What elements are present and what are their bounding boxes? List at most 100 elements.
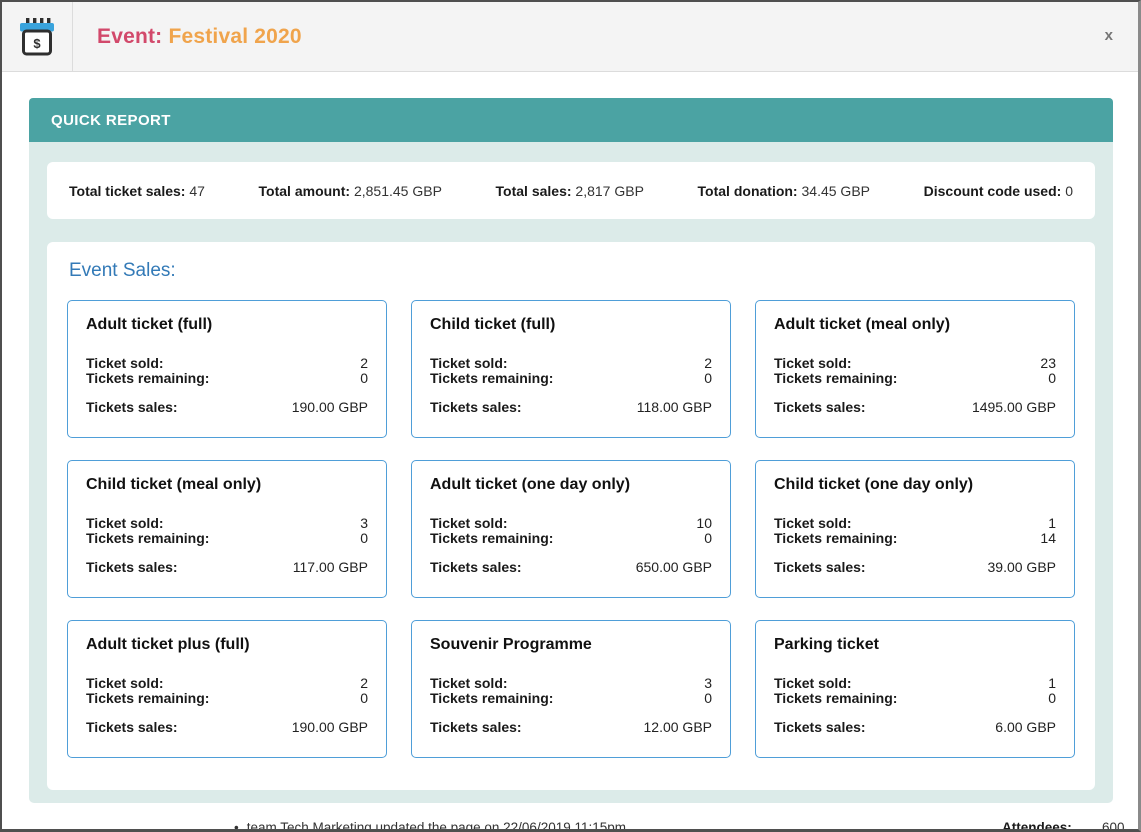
ticket-sold-label: Ticket sold: <box>430 356 508 371</box>
tickets-sales-label: Tickets sales: <box>86 720 178 735</box>
ticket-cards-grid: Adult ticket (full) Ticket sold: 2 Ticket… <box>67 300 1075 758</box>
tickets-remaining-label: Tickets remaining: <box>774 691 897 706</box>
ticket-sold-label: Ticket sold: <box>86 516 164 531</box>
page-title-event-name: Festival 2020 <box>168 25 301 48</box>
stat-value: 2,817 GBP <box>575 183 644 199</box>
tickets-sales-label: Tickets sales: <box>430 560 522 575</box>
tickets-remaining-value: 0 <box>1048 371 1056 386</box>
ticket-sold-label: Ticket sold: <box>774 356 852 371</box>
ticket-card-title: Child ticket (one day only) <box>774 476 1056 494</box>
tickets-remaining-value: 0 <box>704 371 712 386</box>
ticket-card-title: Parking ticket <box>774 636 1056 654</box>
ticket-sold-value: 10 <box>696 516 712 531</box>
background-page-strip: • team Tech Marketing updated the page on… <box>2 803 1138 832</box>
page-title-prefix: Event: <box>97 25 162 48</box>
ticket-sold-value: 2 <box>360 676 368 691</box>
tickets-sales-label: Tickets sales: <box>774 720 866 735</box>
tickets-remaining-label: Tickets remaining: <box>430 691 553 706</box>
tickets-sales-value: 118.00 GBP <box>637 400 712 415</box>
modal-header: $ Event: Festival 2020 x <box>2 2 1138 72</box>
tickets-remaining-value: 14 <box>1040 531 1056 546</box>
tickets-remaining-label: Tickets remaining: <box>86 371 209 386</box>
tickets-sales-label: Tickets sales: <box>774 560 866 575</box>
ticket-card-adult-meal-only: Adult ticket (meal only) Ticket sold:23 … <box>755 300 1075 438</box>
ticket-card-adult-full: Adult ticket (full) Ticket sold: 2 Ticket… <box>67 300 387 438</box>
tickets-sales-label: Tickets sales: <box>430 400 522 415</box>
tickets-remaining-label: Tickets remaining: <box>86 531 209 546</box>
tickets-remaining-value: 0 <box>360 691 368 706</box>
tickets-remaining-label: Tickets remaining: <box>430 371 553 386</box>
ticket-card-title: Adult ticket (full) <box>86 316 368 334</box>
stat-value: 0 <box>1065 183 1073 199</box>
ticket-sold-value: 1 <box>1048 516 1056 531</box>
stat-total-sales: Total sales: 2,817 GBP <box>496 183 644 199</box>
tickets-remaining-label: Tickets remaining: <box>430 531 553 546</box>
ticket-card-parking-ticket: Parking ticket Ticket sold: 1 Tickets rem… <box>755 620 1075 758</box>
bullet-icon: • <box>234 820 239 832</box>
quick-report-body: Total ticket sales: 47 Total amount: 2,8… <box>29 142 1113 803</box>
stat-value: 2,851.45 GBP <box>354 183 442 199</box>
stat-label: Discount code used: <box>924 183 1062 199</box>
ticket-card-title: Child ticket (full) <box>430 316 712 334</box>
tickets-remaining-value: 0 <box>360 531 368 546</box>
stat-total-ticket-sales: Total ticket sales: 47 <box>69 183 205 199</box>
ticket-card-child-meal-only: Child ticket (meal only) Ticket sold: 3 T… <box>67 460 387 598</box>
event-report-window: $ Event: Festival 2020 x QUICK REPORT To… <box>0 0 1141 832</box>
tickets-remaining-value: 0 <box>360 371 368 386</box>
background-activity-text: team Tech Marketing updated the page on … <box>247 820 626 832</box>
calendar-dollar-icon: $ <box>19 17 55 57</box>
ticket-card-souvenir-programme: Souvenir Programme Ticket sold:3 Tickets… <box>411 620 731 758</box>
tickets-sales-value: 117.00 GBP <box>293 560 368 575</box>
ticket-sold-label: Ticket sold: <box>774 516 852 531</box>
ticket-sold-label: Ticket sold: <box>86 356 164 371</box>
tickets-sales-value: 190.00 GBP <box>292 400 368 415</box>
ticket-sold-value: 1 <box>1048 676 1056 691</box>
stat-label: Total sales: <box>496 183 572 199</box>
ticket-sold-value: 2 <box>360 356 368 371</box>
summary-stats-bar: Total ticket sales: 47 Total amount: 2,8… <box>47 162 1095 219</box>
tickets-sales-value: 190.00 GBP <box>292 720 368 735</box>
stat-discount-code-used: Discount code used: 0 <box>924 183 1073 199</box>
stat-value: 34.45 GBP <box>802 183 871 199</box>
ticket-sold-value: 3 <box>360 516 368 531</box>
svg-text:$: $ <box>33 36 41 51</box>
quick-report-banner: QUICK REPORT <box>29 98 1113 142</box>
ticket-card-title: Adult ticket plus (full) <box>86 636 368 654</box>
event-sales-panel: Event Sales: Adult ticket (full) Ticket … <box>47 242 1095 790</box>
close-icon[interactable]: x <box>1105 28 1113 43</box>
ticket-card-adult-one-day: Adult ticket (one day only) Ticket sold:… <box>411 460 731 598</box>
stat-value: 47 <box>189 183 205 199</box>
stat-label: Total ticket sales: <box>69 183 185 199</box>
stat-label: Total donation: <box>698 183 798 199</box>
background-activity-item: • team Tech Marketing updated the page on… <box>234 820 626 832</box>
ticket-sold-value: 3 <box>704 676 712 691</box>
tickets-remaining-value: 0 <box>704 691 712 706</box>
ticket-sold-label: Ticket sold: <box>774 676 852 691</box>
attendees-value: 600 <box>1102 820 1125 832</box>
attendees-label: Attendees: <box>1002 820 1072 832</box>
page-title: Event: Festival 2020 <box>97 25 302 49</box>
quick-report-modal: QUICK REPORT Total ticket sales: 47 Tota… <box>29 98 1113 803</box>
ticket-sold-label: Ticket sold: <box>86 676 164 691</box>
tickets-sales-label: Tickets sales: <box>86 400 178 415</box>
ticket-card-adult-plus-full: Adult ticket plus (full) Ticket sold: 2 T… <box>67 620 387 758</box>
ticket-card-title: Adult ticket (one day only) <box>430 476 712 494</box>
ticket-card-child-full: Child ticket (full) Ticket sold: 2 Ticket… <box>411 300 731 438</box>
ticket-sold-label: Ticket sold: <box>430 516 508 531</box>
ticket-card-title: Adult ticket (meal only) <box>774 316 1056 334</box>
tickets-sales-value: 39.00 GBP <box>988 560 1057 575</box>
tickets-remaining-value: 0 <box>1048 691 1056 706</box>
tickets-sales-label: Tickets sales: <box>774 400 866 415</box>
stat-total-donation: Total donation: 34.45 GBP <box>698 183 870 199</box>
icon-box: $ <box>2 2 73 71</box>
ticket-card-title: Child ticket (meal only) <box>86 476 368 494</box>
quick-report-banner-label: QUICK REPORT <box>51 112 171 129</box>
stat-total-amount: Total amount: 2,851.45 GBP <box>259 183 442 199</box>
ticket-card-title: Souvenir Programme <box>430 636 712 654</box>
tickets-sales-label: Tickets sales: <box>430 720 522 735</box>
tickets-remaining-label: Tickets remaining: <box>86 691 209 706</box>
tickets-sales-value: 6.00 GBP <box>995 720 1056 735</box>
ticket-sold-value: 23 <box>1040 356 1056 371</box>
tickets-remaining-label: Tickets remaining: <box>774 371 897 386</box>
ticket-sold-value: 2 <box>704 356 712 371</box>
